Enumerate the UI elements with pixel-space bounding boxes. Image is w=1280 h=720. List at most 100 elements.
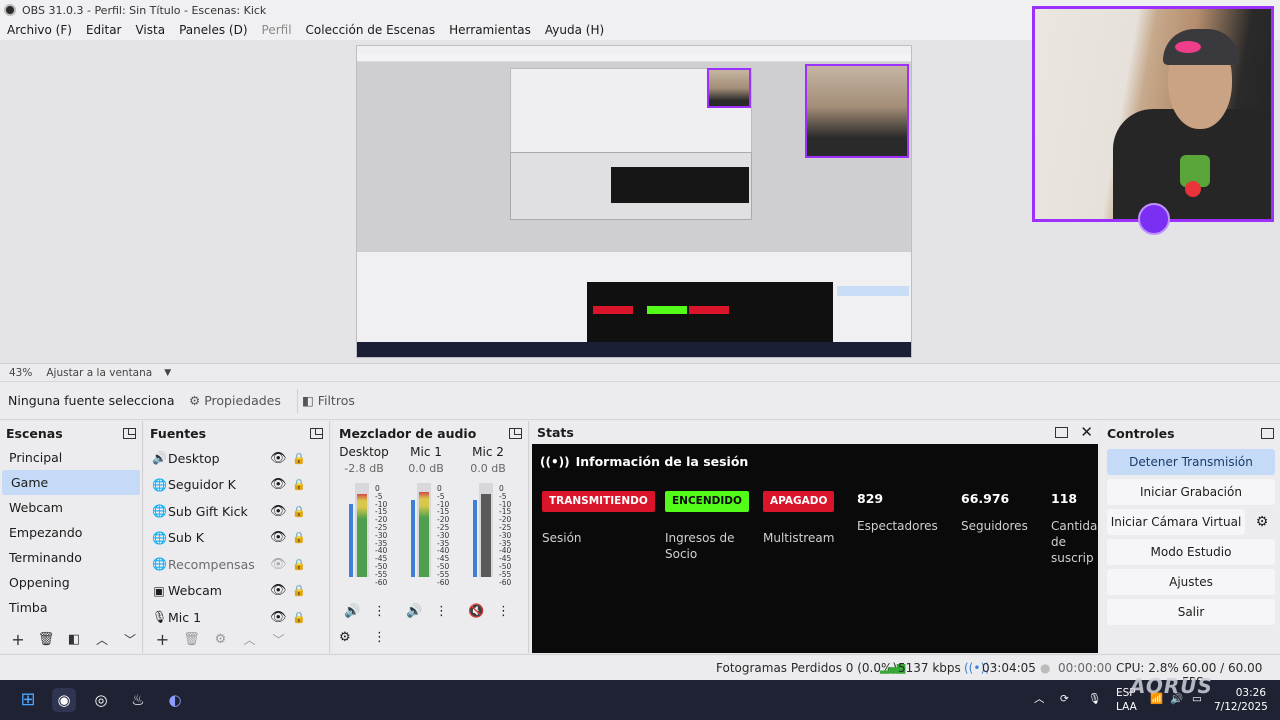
volume-slider[interactable] xyxy=(349,503,353,577)
menu-ayuda[interactable]: Ayuda (H) xyxy=(538,23,611,37)
discord-icon[interactable]: ◐ xyxy=(163,688,187,712)
kebab-menu-icon[interactable]: ⋮ xyxy=(373,630,386,645)
followers-count: 66.976 xyxy=(961,491,1010,506)
viewers-count: 829 xyxy=(857,491,884,506)
menu-perfil[interactable]: Perfil xyxy=(255,23,299,37)
obs-taskbar-icon[interactable]: ◎ xyxy=(89,688,113,712)
filters-button[interactable]: ◧ Filtros xyxy=(298,393,359,408)
mixer-channel-mic1: Mic 1 0.0 dB xyxy=(395,445,457,475)
globe-icon: 🌐 xyxy=(152,530,167,545)
undock-icon[interactable] xyxy=(1261,427,1274,439)
scene-item-terminando[interactable]: Terminando xyxy=(0,545,142,570)
properties-button[interactable]: ⚙ Propiedades xyxy=(185,393,285,408)
volume-slider[interactable] xyxy=(411,499,415,577)
steam-icon[interactable]: ♨ xyxy=(126,688,150,712)
meter-level xyxy=(481,494,491,577)
scene-item-empezando[interactable]: Empezando xyxy=(0,520,142,545)
scale-mode[interactable]: Ajustar a la ventana xyxy=(46,367,152,379)
kebab-menu-icon[interactable]: ⋮ xyxy=(497,604,510,619)
start-virtual-camera-button[interactable]: Iniciar Cámara Virtual xyxy=(1107,509,1245,535)
chevron-down-icon[interactable]: ▼ xyxy=(164,368,171,378)
clock[interactable]: 03:26 7/12/2025 xyxy=(1214,686,1268,714)
speaker-icon[interactable]: 🔊 xyxy=(344,604,360,619)
cpu-usage: CPU: 2.8% xyxy=(1116,661,1179,675)
menu-editar[interactable]: Editar xyxy=(79,23,129,37)
start-recording-button[interactable]: Iniciar Grabación xyxy=(1107,479,1275,505)
gear-icon[interactable]: ⚙ xyxy=(339,630,351,645)
scene-item-timba[interactable]: Timba xyxy=(0,595,142,620)
close-icon[interactable]: ✕ xyxy=(1080,423,1093,441)
source-toolbar: Ninguna fuente selecciona ⚙ Propiedades … xyxy=(0,381,1280,420)
lock-icon[interactable]: 🔒 xyxy=(292,505,306,518)
trash-icon[interactable]: 🗑 xyxy=(179,632,204,647)
lock-icon[interactable]: 🔒 xyxy=(292,558,306,571)
stop-streaming-button[interactable]: Detener Transmisión xyxy=(1107,449,1275,475)
scenes-title: Escenas xyxy=(6,425,63,441)
settings-button[interactable]: Ajustes xyxy=(1107,569,1275,595)
undock-icon[interactable] xyxy=(123,427,136,439)
menu-paneles[interactable]: Paneles (D) xyxy=(172,23,254,37)
speaker-icon[interactable]: 🔊 xyxy=(406,604,422,619)
menu-vista[interactable]: Vista xyxy=(128,23,172,37)
menu-coleccion[interactable]: Colección de Escenas xyxy=(299,23,443,37)
sync-icon[interactable]: ⟳ xyxy=(1060,692,1069,706)
menu-herramientas[interactable]: Herramientas xyxy=(442,23,538,37)
studio-mode-button[interactable]: Modo Estudio xyxy=(1107,539,1275,565)
mixer-title: Mezclador de audio xyxy=(339,425,477,441)
trash-icon[interactable]: 🗑 xyxy=(34,632,58,647)
unlock-icon[interactable]: 🔒 xyxy=(292,452,306,465)
lock-icon[interactable]: 🔒 xyxy=(292,584,306,597)
undock-icon[interactable] xyxy=(310,427,323,439)
undock-icon[interactable] xyxy=(509,427,522,439)
gear-icon: ⚙ xyxy=(189,393,201,408)
windows-start-icon[interactable]: ⊞ xyxy=(16,688,40,712)
volume-slider[interactable] xyxy=(473,499,477,577)
chevron-up-icon[interactable]: ︿ xyxy=(90,631,114,648)
gear-icon[interactable]: ⚙ xyxy=(1249,509,1275,535)
speaker-muted-icon[interactable]: 🔇 xyxy=(468,604,484,619)
source-item-sub-k[interactable]: 🌐 Sub K 👁 🔒 xyxy=(144,525,329,552)
chevron-up-icon[interactable]: ︿ xyxy=(1034,692,1045,706)
source-item-sub-gift-kick[interactable]: 🌐 Sub Gift Kick 👁 🔒 xyxy=(144,498,329,525)
eye-icon[interactable]: 👁 xyxy=(270,530,287,545)
eye-icon[interactable]: 👁 xyxy=(270,504,287,519)
source-label: Recompensas xyxy=(168,556,255,572)
kebab-menu-icon[interactable]: ⋮ xyxy=(373,604,386,619)
chevron-up-icon[interactable]: ︿ xyxy=(237,631,262,648)
eye-hidden-icon[interactable]: 👁 xyxy=(270,557,287,572)
nested-menu-bar xyxy=(357,54,911,62)
scene-item-principal[interactable]: Principal xyxy=(0,445,142,470)
source-item-webcam[interactable]: ▣ Webcam 👁 🔒 xyxy=(144,578,329,605)
channel-db: 0.0 dB xyxy=(408,462,444,475)
kebab-menu-icon[interactable]: ⋮ xyxy=(435,604,448,619)
eye-icon[interactable]: 👁 xyxy=(270,477,287,492)
eye-icon[interactable]: 👁 xyxy=(270,451,287,466)
chevron-down-icon[interactable]: ﹀ xyxy=(266,631,291,648)
microphone-icon[interactable]: 🎙 xyxy=(1088,692,1101,706)
scene-item-game[interactable]: Game xyxy=(2,470,140,495)
add-icon[interactable]: + xyxy=(150,630,175,649)
source-item-desktop[interactable]: 🔊 Desktop 👁 🔒 xyxy=(144,445,329,472)
status-badge-multistream: APAGADO xyxy=(763,491,835,512)
lock-icon[interactable]: 🔒 xyxy=(292,478,306,491)
source-item-seguidor-k[interactable]: 🌐 Seguidor K 👁 🔒 xyxy=(144,472,329,499)
chevron-down-icon[interactable]: ﹀ xyxy=(118,631,142,648)
eye-icon[interactable]: 👁 xyxy=(270,583,287,598)
eye-icon[interactable]: 👁 xyxy=(270,610,287,625)
menu-archivo[interactable]: Archivo (F) xyxy=(0,23,79,37)
nested-taskbar xyxy=(357,342,911,357)
lock-icon[interactable]: 🔒 xyxy=(292,611,306,624)
scene-item-oppening[interactable]: Oppening xyxy=(0,570,142,595)
lock-icon[interactable]: 🔒 xyxy=(292,531,306,544)
gear-icon[interactable]: ⚙ xyxy=(208,632,233,647)
db-scale: 0 -5 -10 -15 -20 -25 -30 -35 -40 -45 -50 -55 -60 xyxy=(375,484,388,587)
source-item-recompensas[interactable]: 🌐 Recompensas 👁 🔒 xyxy=(144,551,329,578)
nested-badge-on xyxy=(647,306,687,314)
undock-icon[interactable] xyxy=(1055,426,1069,438)
exit-button[interactable]: Salir xyxy=(1107,599,1275,625)
filter-icon[interactable]: ◧ xyxy=(62,632,86,647)
chrome-icon[interactable]: ◉ xyxy=(52,688,76,712)
dropped-frames: Fotogramas Perdidos 0 (0.0%) xyxy=(716,661,898,675)
add-icon[interactable]: + xyxy=(6,630,30,649)
scene-item-webcam[interactable]: Webcam xyxy=(0,495,142,520)
